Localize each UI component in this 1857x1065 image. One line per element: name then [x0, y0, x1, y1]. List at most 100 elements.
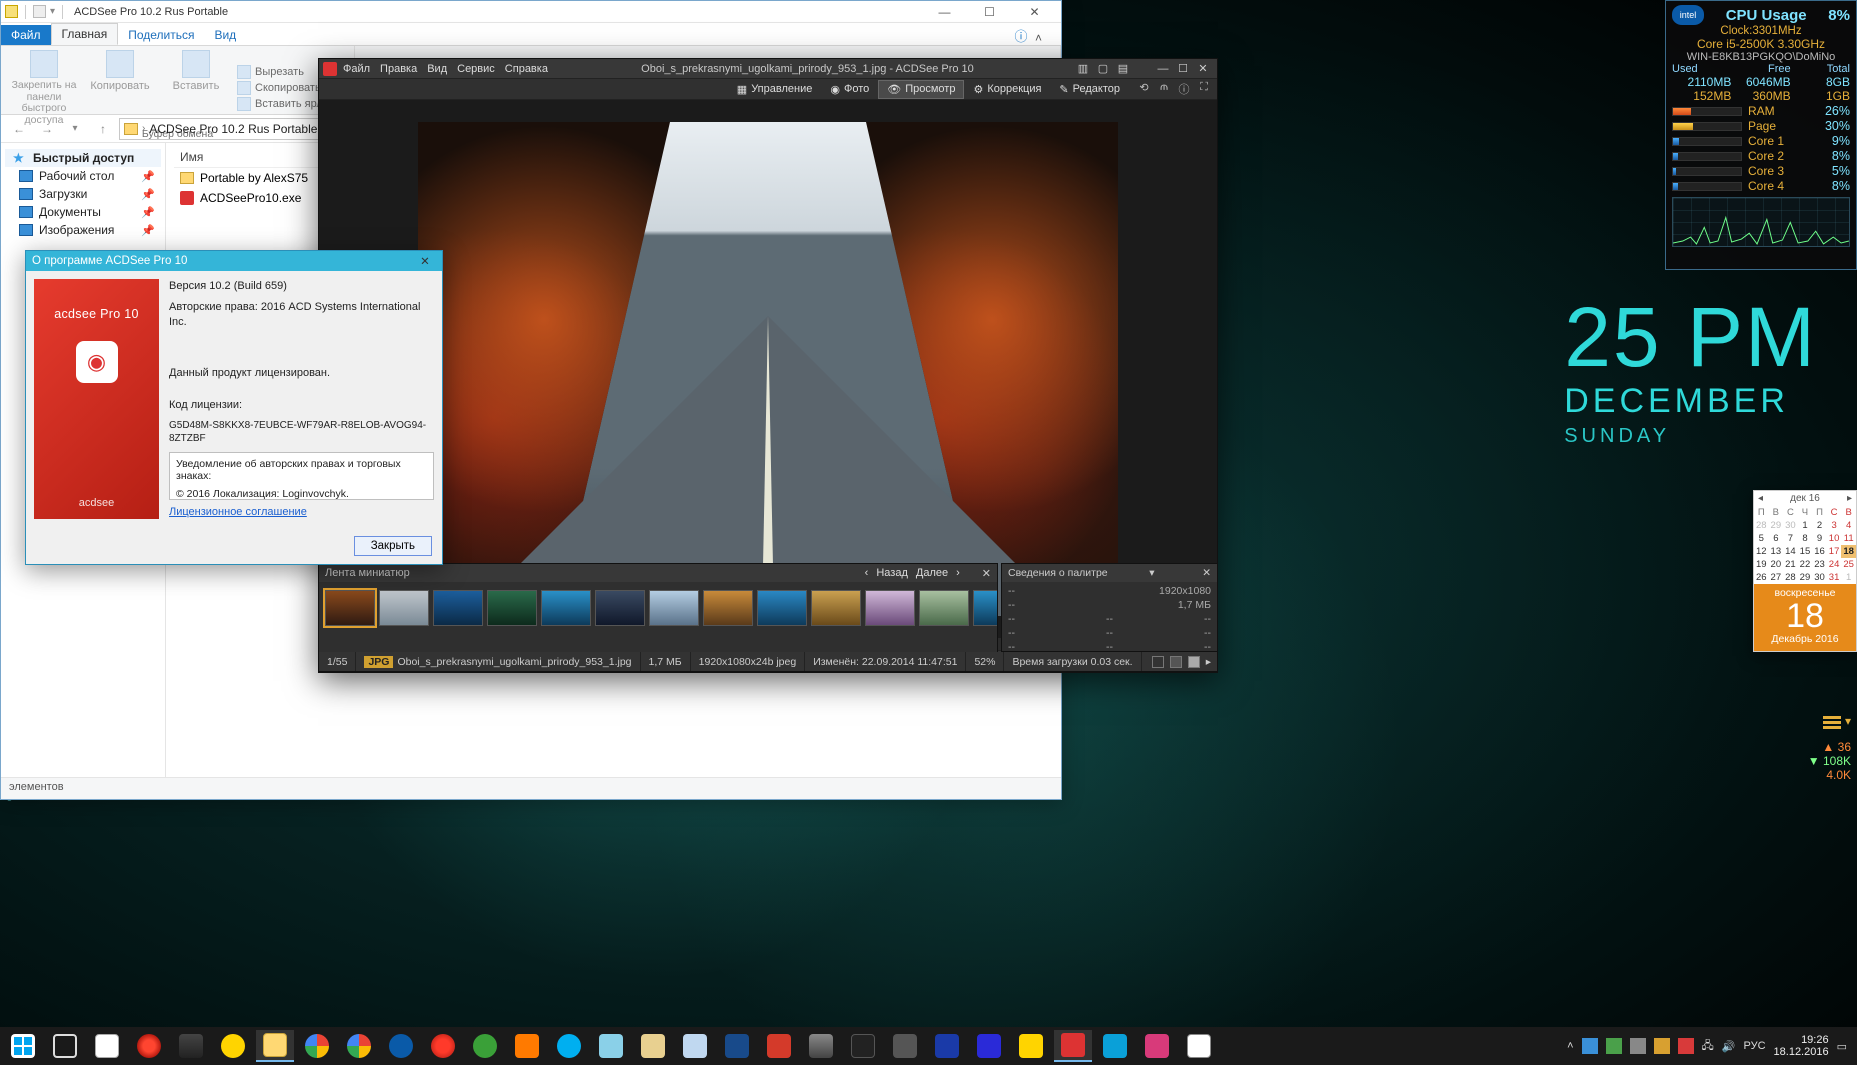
taskbar-item[interactable] [634, 1030, 672, 1062]
thumbnail[interactable] [973, 590, 997, 626]
qat-icon[interactable] [33, 5, 46, 18]
network-icon[interactable]: 🖧 [1702, 1037, 1714, 1056]
filmstrip-next[interactable]: Далее [916, 567, 948, 579]
thumbnail[interactable] [865, 590, 915, 626]
taskbar-item[interactable] [298, 1030, 336, 1062]
close-button[interactable]: ✕ [1193, 61, 1213, 77]
chevron-left-icon[interactable]: ‹ [865, 567, 869, 579]
thumbnail[interactable] [649, 590, 699, 626]
nav-up-button[interactable]: ↑ [91, 117, 115, 141]
tray-chevron-up-icon[interactable]: ˄ [1567, 1040, 1573, 1052]
taskbar-item[interactable] [970, 1030, 1008, 1062]
thumbnail[interactable] [595, 590, 645, 626]
menu-service[interactable]: Сервис [457, 63, 495, 75]
chevron-right-icon[interactable]: ▸ [1206, 656, 1211, 668]
taskbar-item[interactable] [1138, 1030, 1176, 1062]
taskbar-item[interactable] [928, 1030, 966, 1062]
tray-icon[interactable] [1654, 1038, 1670, 1054]
pin-button[interactable]: Закрепить на панели быстрого доступа [9, 50, 79, 126]
calendar-grid[interactable]: ПВСЧПСВ 2829301234 567891011 12131415161… [1754, 506, 1856, 584]
chevron-down-icon[interactable]: ▾ [1149, 567, 1154, 579]
tab-view[interactable]: Вид [204, 25, 246, 45]
info-icon[interactable]: ⓘ [1177, 81, 1191, 97]
cal-next-icon[interactable]: ▸ [1847, 493, 1852, 504]
taskbar-item[interactable] [1012, 1030, 1050, 1062]
sync-icon[interactable]: ⟲ [1137, 81, 1151, 97]
tray-icon[interactable] [1630, 1038, 1646, 1054]
license-link[interactable]: Лицензионное соглашение [169, 506, 307, 518]
close-button[interactable]: ✕ [414, 254, 436, 268]
taskbar-item[interactable] [760, 1030, 798, 1062]
taskbar-item[interactable] [802, 1030, 840, 1062]
filmstrip-back[interactable]: Назад [876, 567, 908, 579]
nav-desktop[interactable]: Рабочий стол📌 [5, 167, 161, 185]
minimize-button[interactable]: — [1153, 61, 1173, 77]
menu-help[interactable]: Справка [505, 63, 548, 75]
mode-browse[interactable]: 👁Просмотр [878, 80, 964, 99]
start-button[interactable] [4, 1030, 42, 1062]
taskbar-item[interactable] [466, 1030, 504, 1062]
status-toggle-3[interactable] [1188, 656, 1200, 668]
status-toggle-1[interactable] [1152, 656, 1164, 668]
ribbon-collapse-icon[interactable]: ˄ [1035, 31, 1061, 45]
notifications-icon[interactable]: ▭ [1837, 1040, 1847, 1053]
thumbnail[interactable] [487, 590, 537, 626]
taskbar-item[interactable] [550, 1030, 588, 1062]
mode-manage[interactable]: ▦Управление [728, 80, 822, 99]
nav-pictures[interactable]: Изображения📌 [5, 221, 161, 239]
thumbnail[interactable] [703, 590, 753, 626]
thumbnail[interactable] [811, 590, 861, 626]
menu-file[interactable]: Файл [343, 63, 370, 75]
taskbar-item[interactable] [508, 1030, 546, 1062]
nav-quick-access[interactable]: ★ Быстрый доступ [5, 149, 161, 167]
chevron-right-icon[interactable]: › [956, 567, 960, 579]
qat-dropdown-icon[interactable]: ▾ [50, 6, 55, 17]
taskbar-item[interactable] [1054, 1030, 1092, 1062]
taskbar-item[interactable] [88, 1030, 126, 1062]
nav-back-button[interactable]: ← [7, 117, 31, 141]
maximize-button[interactable]: ☐ [1173, 61, 1193, 77]
taskbar-item[interactable] [1096, 1030, 1134, 1062]
minimize-button[interactable]: — [922, 2, 967, 22]
taskbar-clock[interactable]: 19:26 18.12.2016 [1774, 1034, 1829, 1058]
taskbar-item[interactable] [214, 1030, 252, 1062]
close-icon[interactable]: ✕ [1202, 567, 1211, 579]
nav-forward-button[interactable]: → [35, 117, 59, 141]
nav-documents[interactable]: Документы📌 [5, 203, 161, 221]
tray-icon[interactable] [1678, 1038, 1694, 1054]
nav-recent-button[interactable]: ▾ [63, 117, 87, 141]
tab-file[interactable]: Файл [1, 25, 51, 45]
status-toggle-2[interactable] [1170, 656, 1182, 668]
mode-photo[interactable]: ◉Фото [821, 80, 878, 99]
fullscreen-icon[interactable]: ⛶ [1197, 81, 1211, 97]
explorer-titlebar[interactable]: ▾ ACDSee Pro 10.2 Rus Portable — ☐ ✕ [1, 1, 1061, 23]
ribbon-help-icon[interactable]: ⓘ [1007, 26, 1035, 45]
thumbnail[interactable] [757, 590, 807, 626]
taskbar-item[interactable] [424, 1030, 462, 1062]
taskbar-item[interactable] [256, 1030, 294, 1062]
close-button[interactable]: Закрыть [354, 536, 432, 556]
taskbar-item[interactable] [172, 1030, 210, 1062]
taskbar-item[interactable] [886, 1030, 924, 1062]
maximize-button[interactable]: ☐ [967, 2, 1012, 22]
thumbnail[interactable] [325, 590, 375, 626]
mode-editor[interactable]: ✎Редактор [1050, 80, 1129, 99]
taskbar-item[interactable] [1180, 1030, 1218, 1062]
layout-btn-1[interactable]: ▥ [1073, 61, 1093, 77]
about-notice-box[interactable]: Уведомление об авторских правах и торгов… [169, 452, 434, 500]
taskbar-item[interactable] [592, 1030, 630, 1062]
taskbar-item[interactable] [130, 1030, 168, 1062]
thumbnail[interactable] [433, 590, 483, 626]
tab-home[interactable]: Главная [51, 23, 119, 45]
viewer-canvas[interactable] [319, 100, 1217, 638]
layout-btn-2[interactable]: ▢ [1093, 61, 1113, 77]
taskbar-item[interactable] [718, 1030, 756, 1062]
copy-button[interactable]: Копировать [85, 50, 155, 126]
taskbar-item[interactable] [340, 1030, 378, 1062]
close-icon[interactable]: ✕ [982, 567, 991, 580]
tray-icon[interactable] [1582, 1038, 1598, 1054]
thumbnail[interactable] [379, 590, 429, 626]
histogram-icon[interactable]: ⫙ [1157, 81, 1171, 97]
tab-share[interactable]: Поделиться [118, 25, 204, 45]
menu-view[interactable]: Вид [427, 63, 447, 75]
